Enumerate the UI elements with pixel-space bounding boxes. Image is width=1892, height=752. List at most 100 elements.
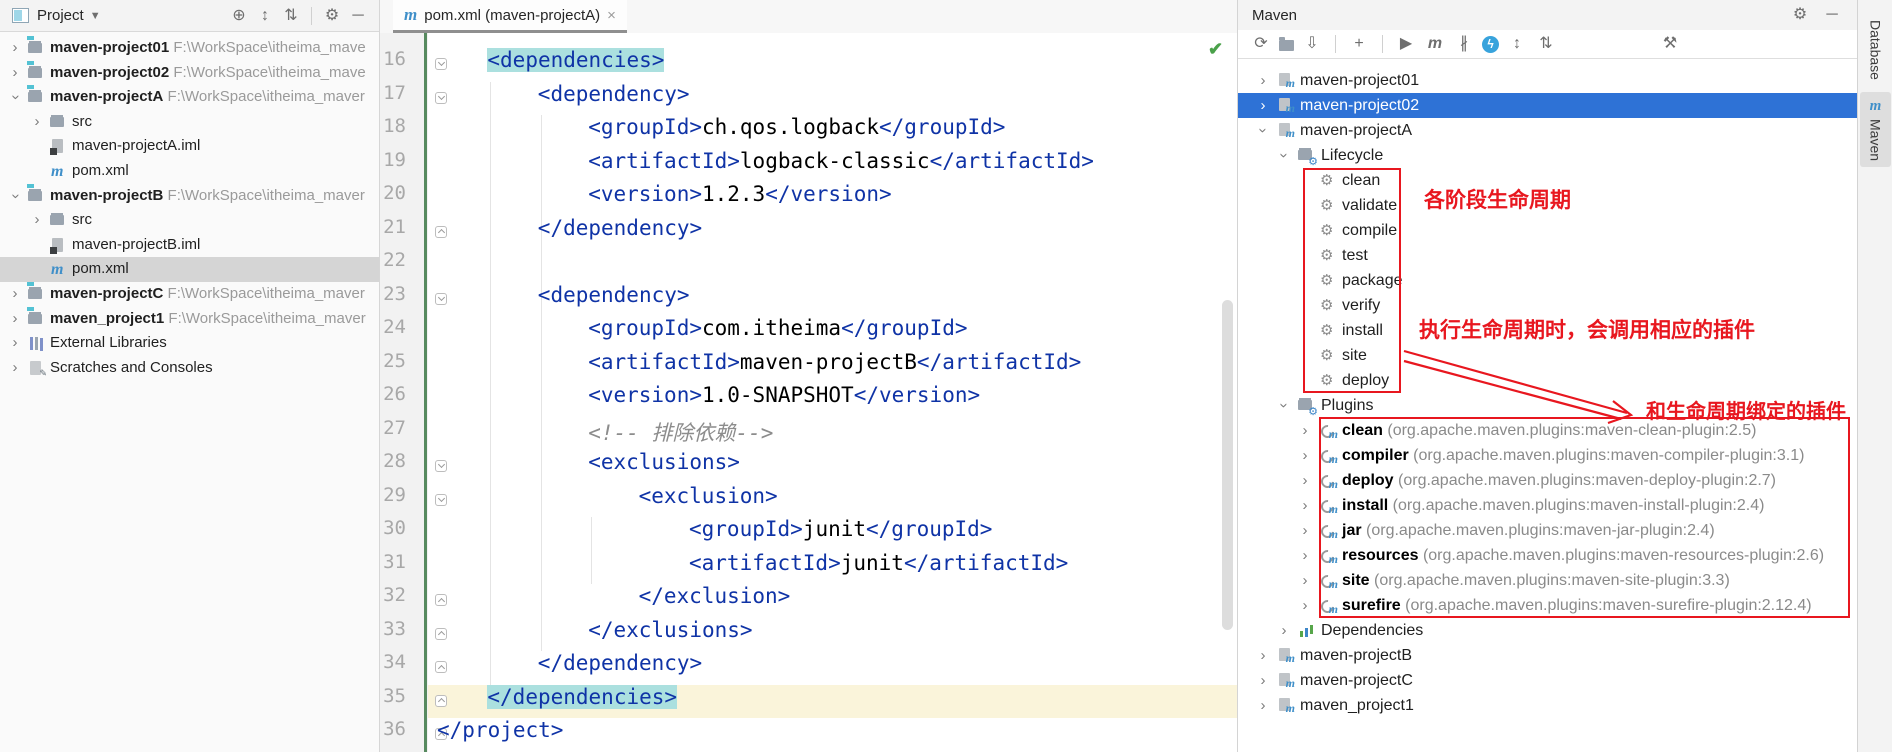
expand-all-icon[interactable]: ↕ [254,5,276,27]
maven-tree-row[interactable]: ›install (org.apache.maven.plugins:maven… [1238,493,1857,518]
project-tree-row[interactable]: ›maven-projectB F:\WorkSpace\itheima_mav… [0,184,379,209]
fold-up-icon[interactable] [435,594,447,606]
fold-up-icon[interactable] [435,661,447,673]
skip-tests-icon[interactable]: ∦ [1453,33,1475,55]
code-line[interactable]: 20<version>1.2.3</version> [380,182,1237,216]
maven-tree-row[interactable]: ›Plugins [1238,393,1857,418]
chevron-right-icon[interactable]: › [8,282,22,307]
chevron-right-icon[interactable]: › [1298,493,1312,518]
code-line[interactable]: 32</exclusion> [380,584,1237,618]
stripe-tab-database[interactable]: Database [1858,20,1892,80]
chevron-right-icon[interactable]: › [1298,518,1312,543]
maven-tree-row[interactable]: verify [1238,293,1857,318]
code-line[interactable]: 24<groupId>com.itheima</groupId> [380,316,1237,350]
chevron-right-icon[interactable]: › [1298,468,1312,493]
add-maven-project-icon[interactable]: + [1348,33,1370,55]
chevron-right-icon[interactable]: › [8,307,22,332]
fold-down-icon[interactable] [435,58,447,70]
chevron-right-icon[interactable]: › [1256,93,1270,118]
project-tree-row[interactable]: maven-projectA.iml [0,134,379,159]
code-line[interactable]: 23<dependency> [380,283,1237,317]
code-line[interactable]: 16<dependencies> [380,48,1237,82]
settings-icon[interactable]: ⚙ [321,5,343,27]
chevron-down-icon[interactable]: › [3,90,28,104]
project-tree-row[interactable]: maven-projectB.iml [0,233,379,258]
execute-maven-goal-icon[interactable]: m [1424,33,1446,55]
settings-icon[interactable]: ⚙ [1789,4,1811,26]
maven-tree-row[interactable]: compile [1238,218,1857,243]
chevron-right-icon[interactable]: › [30,208,44,233]
chevron-right-icon[interactable]: › [8,356,22,381]
code-line[interactable]: 18<groupId>ch.qos.logback</groupId> [380,115,1237,149]
chevron-right-icon[interactable]: › [8,331,22,356]
chevron-right-icon[interactable]: › [1298,443,1312,468]
fold-down-icon[interactable] [435,460,447,472]
maven-tree-row[interactable]: ›maven-projectA [1238,118,1857,143]
run-configuration-icon[interactable]: ▶ [1395,33,1417,55]
maven-settings-icon[interactable]: ⚒ [1659,33,1681,55]
chevron-right-icon[interactable]: › [1298,593,1312,618]
chevron-down-icon[interactable]: › [1272,398,1297,412]
stripe-tab-maven[interactable]: m Maven [1860,92,1891,167]
fold-down-icon[interactable] [435,92,447,104]
project-tree-row[interactable]: ›maven-projectA F:\WorkSpace\itheima_mav… [0,85,379,110]
chevron-right-icon[interactable]: › [30,110,44,135]
project-tree-row[interactable]: pom.xml [0,159,379,184]
locate-icon[interactable]: ⊕ [228,5,250,27]
project-tree-row[interactable]: ›External Libraries [0,331,379,356]
project-tree-row[interactable]: ›Scratches and Consoles [0,356,379,381]
code-line[interactable]: 31<artifactId>junit</artifactId> [380,551,1237,585]
maven-tree-row[interactable]: test [1238,243,1857,268]
code-line[interactable]: 21</dependency> [380,216,1237,250]
tab-pom-xml[interactable]: m pom.xml (maven-projectA) × [393,0,627,33]
chevron-right-icon[interactable]: › [1256,643,1270,668]
project-tree-row[interactable]: ›src [0,110,379,135]
chevron-right-icon[interactable]: › [1256,68,1270,93]
code-line[interactable]: 15 [380,33,1237,48]
fold-up-icon[interactable] [435,695,447,707]
fold-down-icon[interactable] [435,494,447,506]
maven-tree-row[interactable]: ›maven-project02 [1238,93,1857,118]
maven-tree-row[interactable]: package [1238,268,1857,293]
project-tree-row[interactable]: ›maven-projectC F:\WorkSpace\itheima_mav… [0,282,379,307]
hide-icon[interactable]: ─ [347,5,369,27]
chevron-right-icon[interactable]: › [1256,668,1270,693]
code-line[interactable]: 36</project> [380,718,1237,752]
collapse-all-icon[interactable]: ⇅ [280,5,302,27]
fold-up-icon[interactable] [435,226,447,238]
expand-all-icon[interactable]: ↕ [1506,33,1528,55]
maven-tree-row[interactable]: ›Lifecycle [1238,143,1857,168]
project-tree-row[interactable]: ›maven_project1 F:\WorkSpace\itheima_mav… [0,307,379,332]
maven-tree-row[interactable]: site [1238,343,1857,368]
chevron-down-icon[interactable]: › [1272,148,1297,162]
maven-tree-row[interactable]: deploy [1238,368,1857,393]
project-panel-title[interactable]: Project [37,7,84,24]
maven-tree-row[interactable]: clean [1238,168,1857,193]
code-line[interactable]: 27<!-- 排除依赖--> [380,417,1237,451]
chevron-right-icon[interactable]: › [1256,693,1270,718]
chevron-right-icon[interactable]: › [1277,618,1291,643]
maven-tree-row[interactable]: ›maven-projectB [1238,643,1857,668]
chevron-down-icon[interactable]: › [3,189,28,203]
maven-tree-row[interactable]: ›Dependencies [1238,618,1857,643]
code-line[interactable]: 25<artifactId>maven-projectB</artifactId… [380,350,1237,384]
code-line[interactable]: 35</dependencies> [380,685,1237,719]
code-line[interactable]: 28<exclusions> [380,450,1237,484]
code-line[interactable]: 33</exclusions> [380,618,1237,652]
chevron-right-icon[interactable]: › [8,61,22,86]
maven-tree-row[interactable]: ›compiler (org.apache.maven.plugins:mave… [1238,443,1857,468]
maven-tree-row[interactable]: ›clean (org.apache.maven.plugins:maven-c… [1238,418,1857,443]
maven-tree-row[interactable]: install [1238,318,1857,343]
maven-tree-row[interactable]: validate [1238,193,1857,218]
inspection-ok-ic[interactable]: ✔ [1208,39,1223,60]
offline-mode-icon[interactable]: ϟ [1482,36,1499,53]
chevron-right-icon[interactable]: › [8,36,22,61]
code-line[interactable]: 29<exclusion> [380,484,1237,518]
code-line[interactable]: 30<groupId>junit</groupId> [380,517,1237,551]
chevron-right-icon[interactable]: › [1298,568,1312,593]
chevron-down-icon[interactable]: › [1251,123,1276,137]
maven-tree-row[interactable]: ›site (org.apache.maven.plugins:maven-si… [1238,568,1857,593]
code-line[interactable]: 22 [380,249,1237,283]
chevron-right-icon[interactable]: › [1298,543,1312,568]
code-line[interactable]: 26<version>1.0-SNAPSHOT</version> [380,383,1237,417]
